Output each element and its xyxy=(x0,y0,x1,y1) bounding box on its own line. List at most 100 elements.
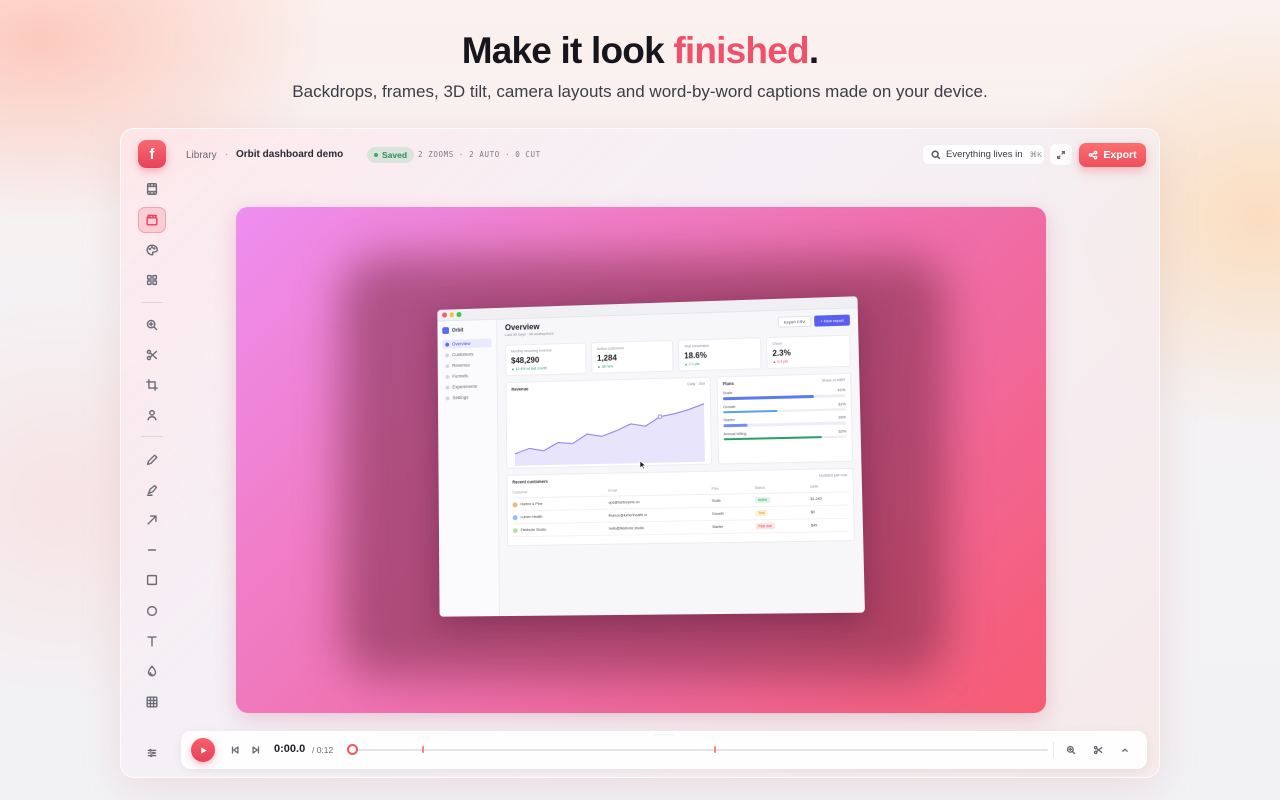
customer-status-cell: Past due xyxy=(755,523,811,530)
film-icon[interactable] xyxy=(138,176,166,202)
playhead[interactable] xyxy=(347,744,358,755)
play-button[interactable] xyxy=(191,738,215,762)
breadcrumb-project-title[interactable]: Orbit dashboard demo xyxy=(236,149,343,160)
search-input[interactable]: Everything lives in ⌘K xyxy=(922,144,1045,165)
plan-track xyxy=(723,435,847,441)
crop-icon[interactable] xyxy=(138,372,166,398)
share-icon xyxy=(1089,150,1098,160)
hero-title-accent: finished xyxy=(673,30,809,71)
plan-track xyxy=(722,394,846,400)
saved-status-badge: Saved xyxy=(367,147,415,163)
customer-plan: Growth xyxy=(711,511,724,516)
plan-row: Growth 31% xyxy=(723,402,846,414)
palette-icon[interactable] xyxy=(138,237,166,263)
kpi-label: Active customers xyxy=(596,346,624,352)
fullscreen-button[interactable] xyxy=(1050,144,1072,165)
rectangle-icon[interactable] xyxy=(138,567,166,593)
toolbar-divider xyxy=(141,436,163,437)
expand-icon xyxy=(1057,150,1065,159)
customer-name: Lumen Health xyxy=(520,514,543,520)
search-icon xyxy=(931,150,941,159)
app-logo[interactable]: f xyxy=(138,140,166,168)
mockup-customers-table: Recent customers Updated just now Custom… xyxy=(506,467,856,547)
status-badge: Trial xyxy=(754,509,768,517)
plan-pct: 41% xyxy=(837,388,846,393)
mockup-new-report: + New report xyxy=(814,314,850,327)
customer-email: ops@harborpine.co xyxy=(608,500,640,505)
skip-back-icon[interactable] xyxy=(227,742,243,758)
mockup-main: Overview Last 30 days · All workspaces E… xyxy=(505,313,857,612)
scissors-icon[interactable] xyxy=(138,342,166,368)
minimize-dot-icon xyxy=(449,312,454,318)
mockup-plans-card: Plans Share of MRR Scale 41% Growth 31% Star… xyxy=(716,372,854,465)
revenue-hover-point xyxy=(658,414,663,420)
status-badge: Past due xyxy=(755,523,775,530)
zoom-in-icon[interactable] xyxy=(1063,742,1079,758)
saved-dot-icon xyxy=(374,153,378,157)
table-header-cell: Plan xyxy=(711,486,719,491)
maximize-dot-icon xyxy=(456,312,461,317)
customer-mrr: $49 xyxy=(810,523,818,528)
zoom-marker[interactable] xyxy=(713,746,716,753)
plan-fill xyxy=(722,394,814,400)
arrow-icon[interactable] xyxy=(138,507,166,533)
customer-status-cell: Trial xyxy=(754,509,811,517)
timeline-divider xyxy=(1053,742,1054,758)
breadcrumb-library[interactable]: Library xyxy=(186,150,217,161)
plan-name: Starter xyxy=(723,417,735,423)
zoom-in-icon[interactable] xyxy=(138,312,166,338)
mockup-sidebar: Orbit Overview Customers Revenue Funnels… xyxy=(437,319,500,617)
customer-status-cell: Active xyxy=(754,496,811,504)
circle-icon[interactable] xyxy=(138,598,166,624)
person-icon[interactable] xyxy=(138,402,166,428)
kpi-card: Trial conversion 18.6% ▲ 2.1 pts xyxy=(677,337,762,372)
plan-row: Annual billing 62% xyxy=(723,428,847,441)
customer-name: Fieldnote Studio xyxy=(520,527,547,533)
preview-canvas[interactable]: Orbit Overview Customers Revenue Funnels… xyxy=(236,207,1046,713)
kpi-card: Churn 2.3% ▲ 0.4 pts xyxy=(766,334,851,370)
kpi-delta: ▲ 0.4 pts xyxy=(772,359,789,364)
scissors-icon[interactable] xyxy=(1090,742,1106,758)
export-button[interactable]: Export xyxy=(1079,143,1146,167)
brand-name: Orbit xyxy=(451,327,464,334)
clapper-icon[interactable] xyxy=(138,207,166,233)
mouse-cursor-icon xyxy=(639,460,647,470)
plan-fill xyxy=(723,423,748,427)
hero-subtitle: Backdrops, frames, 3D tilt, camera layou… xyxy=(292,82,988,101)
plan-name: Growth xyxy=(723,404,736,409)
plan-pct: 16% xyxy=(838,415,847,420)
export-label: Export xyxy=(1103,149,1137,161)
table-title: Recent customers xyxy=(512,478,548,485)
text-icon[interactable] xyxy=(138,628,166,654)
chevron-up-icon[interactable] xyxy=(1117,742,1133,758)
table-icon[interactable] xyxy=(138,689,166,715)
edit-stats: 2 ZOOMS · 2 AUTO · 0 CUT xyxy=(418,150,541,159)
plan-fill xyxy=(723,409,779,414)
mockup-nav-item: Settings xyxy=(443,392,492,402)
breadcrumb-separator: · xyxy=(225,149,229,160)
settings-sliders-icon[interactable] xyxy=(144,745,160,761)
kpi-card: Active customers 1,284 ▲ 38 new xyxy=(590,339,674,374)
skip-forward-icon[interactable] xyxy=(248,742,264,758)
timeline-track[interactable] xyxy=(352,749,1048,751)
kpi-delta: ▲ 2.1 pts xyxy=(684,361,700,367)
zoom-marker[interactable] xyxy=(421,746,424,753)
mockup-brand: Orbit xyxy=(442,326,491,335)
blur-icon[interactable] xyxy=(138,658,166,684)
kpi-card: Monthly recurring revenue $48,290 ▲ 12.4% … xyxy=(505,342,587,377)
status-badge: Active xyxy=(754,496,771,504)
highlighter-icon[interactable] xyxy=(138,477,166,503)
pencil-icon[interactable] xyxy=(138,447,166,473)
mockup-nav-item: Funnels xyxy=(443,371,492,381)
plan-pct: 62% xyxy=(838,428,847,434)
table-link: Updated just now xyxy=(818,473,848,478)
grid-icon[interactable] xyxy=(138,267,166,293)
close-dot-icon xyxy=(442,312,447,318)
mockup-nav-item: Revenue xyxy=(443,360,492,370)
line-icon[interactable] xyxy=(138,537,166,563)
hero-title: Make it look finished. xyxy=(0,30,1280,72)
mockup-nav-item: Overview xyxy=(442,338,492,349)
customer-cell: Fieldnote Studio xyxy=(512,526,609,533)
customer-email: hello@fieldnote.studio xyxy=(608,526,644,531)
dashboard-mockup: Orbit Overview Customers Revenue Funnels… xyxy=(437,296,865,617)
